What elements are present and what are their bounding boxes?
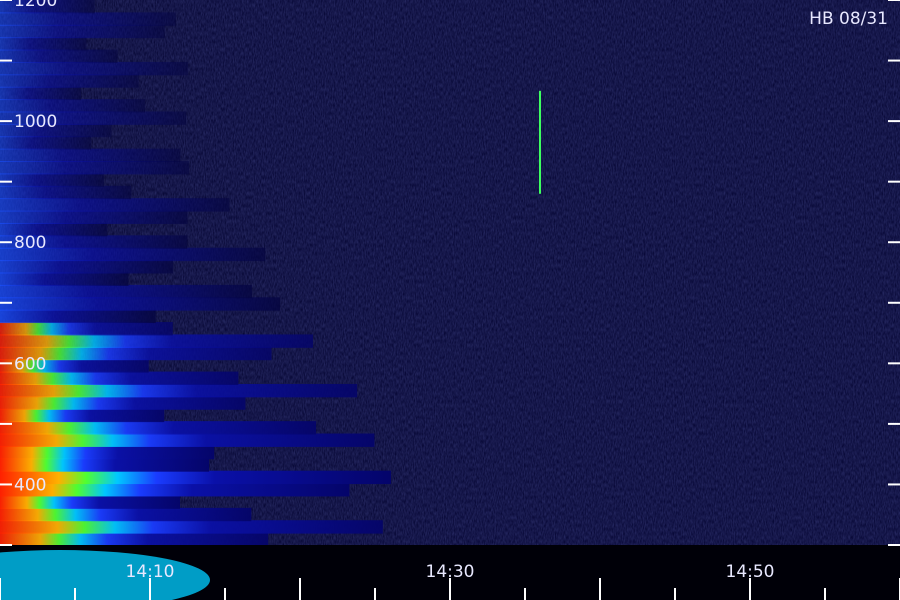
- emission-band: [0, 161, 190, 175]
- emission-band: [0, 148, 181, 163]
- emission-band: [0, 322, 173, 336]
- spectrogram-chart: 400 600 800 1000 1200 14:10 14:30 14:50 HB 08/…: [0, 0, 900, 600]
- emission-band: [0, 49, 118, 63]
- emission-band: [0, 24, 165, 39]
- x-tick-label: 14:10: [126, 562, 175, 582]
- emission-band: [0, 433, 375, 447]
- emission-band: [0, 495, 181, 509]
- emission-band: [0, 445, 215, 460]
- emission-band: [0, 272, 129, 286]
- y-tick-label: 800: [14, 233, 46, 253]
- x-tick-label: 14:30: [426, 562, 475, 582]
- emission-band: [0, 470, 391, 485]
- emission-band: [0, 383, 358, 398]
- emission-band: [0, 173, 104, 187]
- y-tick-label: 1000: [14, 112, 57, 132]
- emission-band: [0, 532, 269, 546]
- emission-band: [0, 297, 281, 311]
- emission-band: [0, 37, 87, 51]
- emission-band: [0, 483, 350, 497]
- emission-band: [0, 136, 92, 150]
- y-tick-label: 1200: [14, 0, 57, 11]
- y-tick-label: 400: [14, 475, 46, 495]
- emission-band: [0, 74, 139, 88]
- emission-band: [0, 458, 210, 472]
- emission-band: [0, 260, 174, 274]
- emission-band: [0, 309, 156, 324]
- emission-band: [0, 61, 188, 76]
- emission-band: [0, 12, 176, 26]
- emission-band: [0, 210, 188, 224]
- emission-band: [0, 198, 230, 212]
- emission-band: [0, 284, 252, 299]
- chart-title: HB 08/31: [809, 9, 888, 29]
- x-tick-label: 14:50: [726, 562, 775, 582]
- emission-band: [0, 185, 132, 200]
- y-tick-label: 600: [14, 354, 46, 374]
- emission-band: [0, 99, 146, 113]
- emission-band: [0, 396, 246, 410]
- emission-band: [0, 520, 383, 534]
- emission-band: [0, 334, 313, 348]
- emission-band: [0, 86, 82, 101]
- emission-band: [0, 408, 165, 423]
- emission-band: [0, 421, 317, 435]
- emission-band: [0, 507, 252, 522]
